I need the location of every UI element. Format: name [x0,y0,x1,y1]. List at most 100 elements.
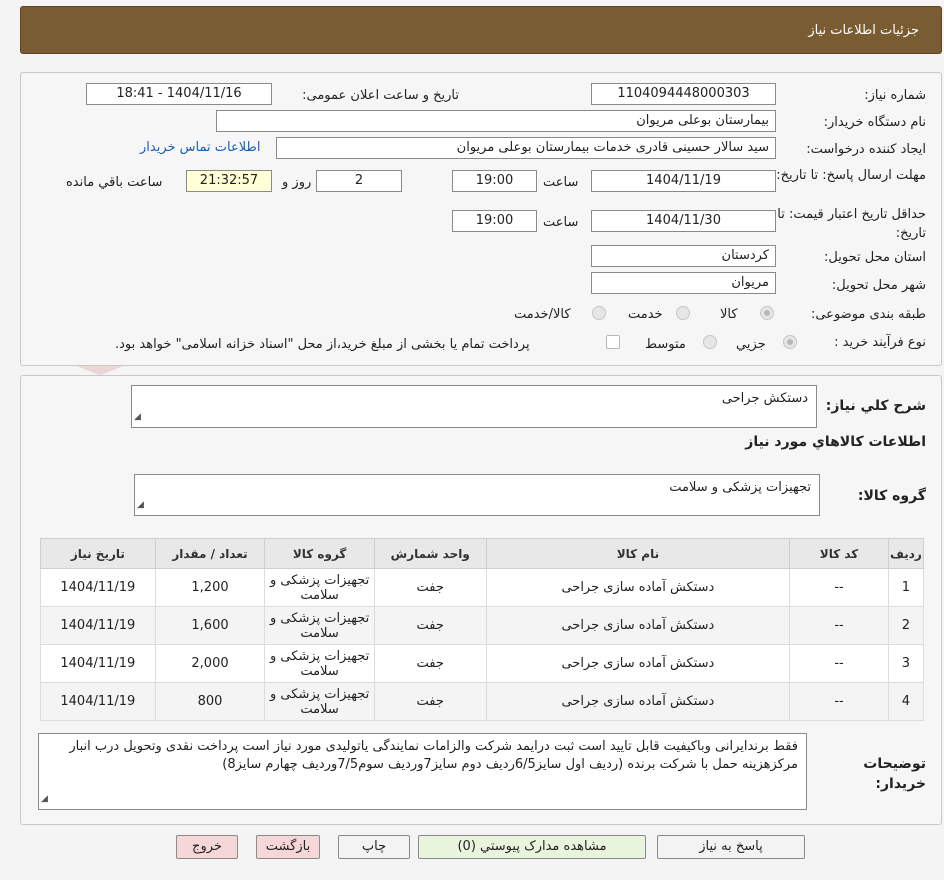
row-number: 3 [887,644,925,683]
col-row-header: ردیف [887,538,925,569]
item-quantity: 2,000 [154,644,266,683]
goods-group-field: تجهیزات پزشکی و سلامت ◢ [134,474,820,516]
page-header: جزئیات اطلاعات نیاز [20,6,942,54]
row-number: 1 [887,568,925,607]
page-title: جزئیات اطلاعات نیاز [808,23,919,38]
category-goods-service-label: کالا/خدمت [514,307,571,322]
item-date: 1404/11/19 [40,682,156,721]
buyer-notes-label: توضیحات خریدار: [863,756,926,792]
reply-deadline-label: مهلت ارسال پاسخ: تا تاریخ: [776,168,926,183]
buyer-notes-text: فقط برندایرانی وباکیفیت قابل تایید است ث… [69,739,798,772]
days-field: 2 [316,170,402,192]
resize-grip-icon[interactable]: ◢ [134,408,141,426]
attachments-button[interactable]: مشاهده مدارک پیوستي (0) [418,835,646,859]
print-button[interactable]: چاپ [338,835,410,859]
reply-date-field: 1404/11/19 [591,170,776,192]
table-row: 2 -- دستکش آماده سازی جراحی جفت تجهیزات … [40,606,925,645]
requester-label: ایجاد کننده درخواست: [806,142,926,157]
purchase-type-label: نوع فرآیند خرید : [834,335,926,350]
remaining-time-field: 21:32:57 [186,170,272,192]
city-field: مریوان [591,272,776,294]
item-unit: جفت [373,644,487,683]
goods-group-label: گروه کالا: [857,488,926,504]
item-name: دستکش آماده سازی جراحی [485,682,791,721]
item-unit: جفت [373,682,487,721]
category-goods-service-radio[interactable] [592,306,606,320]
requester-field: سید سالار حسینی قادری خدمات بیمارستان بو… [276,137,776,159]
col-unit-header: واحد شمارش [373,538,487,569]
item-name: دستکش آماده سازی جراحی [485,644,791,683]
exit-button[interactable]: خروج [176,835,238,859]
treasury-docs-checkbox[interactable] [606,335,620,349]
item-date: 1404/11/19 [40,606,156,645]
item-quantity: 1,600 [154,606,266,645]
row-number: 2 [887,606,925,645]
category-service-radio[interactable] [676,306,690,320]
announce-datetime-field: 1404/11/16 - 18:41 [86,83,272,105]
item-name: دستکش آماده سازی جراحی [485,568,791,607]
table-row: 3 -- دستکش آماده سازی جراحی جفت تجهیزات … [40,644,925,683]
col-quantity-header: تعداد / مقدار [154,538,266,569]
item-code: -- [789,682,889,721]
buyer-org-label: نام دستگاه خریدار: [823,115,926,130]
table-row: 1 -- دستکش آماده سازی جراحی جفت تجهیزات … [40,568,925,607]
province-field: کردستان [591,245,776,267]
goods-table: ردیف کد کالا نام کالا واحد شمارش گروه کا… [40,538,925,721]
city-label: شهر محل تحویل: [831,278,926,293]
table-row: 4 -- دستکش آماده سازی جراحی جفت تجهیزات … [40,682,925,721]
item-code: -- [789,644,889,683]
purchase-medium-label: متوسط [645,337,686,352]
item-group: تجهیزات پزشکی و سلامت [264,682,375,721]
item-name: دستکش آماده سازی جراحی [485,606,791,645]
col-name-header: نام کالا [485,538,791,569]
resize-grip-icon[interactable]: ◢ [137,496,144,514]
item-quantity: 800 [154,682,266,721]
remaining-label: ساعت باقي مانده [66,175,163,190]
purchase-minor-radio[interactable] [783,335,797,349]
item-group: تجهیزات پزشکی و سلامت [264,644,375,683]
goods-info-title: اطلاعات کالاهاي مورد نیاز [745,434,926,450]
item-group: تجهیزات پزشکی و سلامت [264,606,375,645]
item-code: -- [789,606,889,645]
category-goods-radio[interactable] [760,306,774,320]
buyer-notes-field: فقط برندایرانی وباکیفیت قابل تایید است ث… [38,733,807,810]
item-unit: جفت [373,606,487,645]
validity-time-field: 19:00 [452,210,537,232]
need-number-field: 1104094448000303 [591,83,776,105]
col-date-header: تاریخ نیاز [40,538,156,569]
col-code-header: کد کالا [789,538,889,569]
validity-time-label: ساعت [543,215,579,230]
category-label: طبقه بندی موضوعی: [810,307,926,322]
purchase-minor-label: جزیي [736,337,766,352]
announce-label: تاریخ و ساعت اعلان عمومی: [302,88,459,103]
buyer-contact-link[interactable]: اطلاعات تماس خریدار [140,140,260,155]
general-desc-label: شرح کلي نیاز: [825,398,926,414]
reply-time-field: 19:00 [452,170,537,192]
category-goods-label: کالا [720,307,738,322]
item-group: تجهیزات پزشکی و سلامت [264,568,375,607]
item-unit: جفت [373,568,487,607]
item-date: 1404/11/19 [40,644,156,683]
days-label: روز و [282,175,312,190]
general-desc-field: دستکش جراحی ◢ [131,385,817,428]
item-date: 1404/11/19 [40,568,156,607]
row-number: 4 [887,682,925,721]
price-validity-label: حداقل تاریخ اعتبار قیمت: تا تاریخ: [777,207,926,241]
validity-date-field: 1404/11/30 [591,210,776,232]
back-button[interactable]: بازگشت [256,835,320,859]
buyer-org-field: بیمارستان بوعلی مریوان [216,110,776,132]
category-service-label: خدمت [628,307,663,322]
item-quantity: 1,200 [154,568,266,607]
reply-button[interactable]: پاسخ به نیاز [657,835,805,859]
payment-note: پرداخت تمام یا بخشی از مبلغ خرید،از محل … [115,337,530,352]
province-label: استان محل تحویل: [824,250,926,265]
general-desc-text: دستکش جراحی [721,391,808,406]
reply-time-label: ساعت [543,175,579,190]
purchase-medium-radio[interactable] [703,335,717,349]
table-header-row: ردیف کد کالا نام کالا واحد شمارش گروه کا… [40,538,925,569]
item-code: -- [789,568,889,607]
goods-group-text: تجهیزات پزشکی و سلامت [669,480,811,495]
col-group-header: گروه کالا [264,538,375,569]
need-number-label: شماره نیاز: [864,88,926,103]
resize-grip-icon[interactable]: ◢ [41,790,48,808]
